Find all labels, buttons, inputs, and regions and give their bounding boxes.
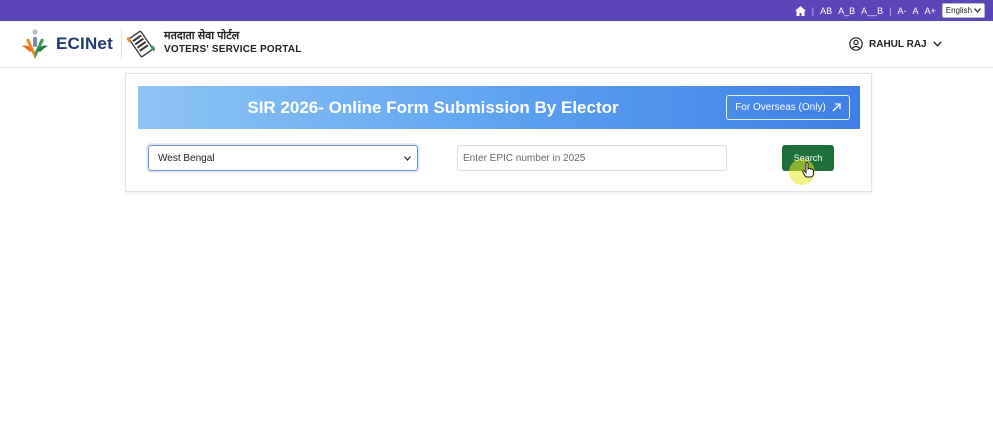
epic-number-input[interactable]: Enter EPIC number in 2025 — [457, 145, 727, 171]
separator: | — [811, 5, 815, 16]
overseas-label: For Overseas (Only) — [735, 102, 826, 113]
font-increase[interactable]: A+ — [924, 6, 935, 16]
home-icon[interactable] — [794, 5, 806, 16]
portal-title-hindi: मतदाता सेवा पोर्टल — [164, 30, 240, 42]
chevron-down-icon — [932, 41, 942, 47]
form-banner: SIR 2026- Online Form Submission By Elec… — [138, 86, 860, 129]
banner-title: SIR 2026- Online Form Submission By Elec… — [247, 98, 619, 117]
chevron-down-icon — [974, 8, 981, 13]
accessibility-tools: | AB A_B A__B | A- A A+ English — [794, 2, 985, 19]
divider — [121, 29, 122, 59]
state-select[interactable]: West Bengal — [148, 145, 418, 171]
user-menu[interactable]: RAHUL RAJ — [849, 37, 942, 51]
text-spacing-medium[interactable]: A_B — [838, 6, 855, 16]
site-header: ECINet मतदाता सेवा पोर्टल VOTERS' SERVIC… — [0, 21, 993, 68]
overseas-button[interactable]: For Overseas (Only) — [726, 95, 850, 120]
language-select[interactable]: English — [941, 3, 985, 18]
epic-placeholder: Enter EPIC number in 2025 — [463, 152, 586, 164]
user-icon — [849, 37, 863, 51]
ecinet-logo[interactable]: ECINet — [20, 28, 113, 60]
hand-cursor-icon — [802, 162, 814, 178]
separator: | — [889, 5, 892, 16]
portal-title: मतदाता सेवा पोर्टल VOTERS' SERVICE PORTA… — [164, 30, 302, 57]
brand-name: ECINet — [56, 34, 113, 53]
evm-emblem-icon — [127, 30, 155, 58]
arrow-up-right-icon — [832, 103, 841, 112]
text-spacing-normal[interactable]: AB — [820, 6, 832, 16]
ecinet-logo-icon — [22, 29, 48, 59]
font-decrease[interactable]: A- — [897, 6, 906, 16]
chevron-down-icon — [404, 156, 411, 161]
portal-title-english: VOTERS' SERVICE PORTAL — [164, 44, 302, 55]
search-card: SIR 2026- Online Form Submission By Elec… — [125, 73, 872, 192]
text-spacing-large[interactable]: A__B — [861, 6, 883, 16]
top-utility-bar: | AB A_B A__B | A- A A+ English — [0, 0, 993, 21]
font-normal[interactable]: A — [912, 6, 918, 16]
language-value: English — [945, 6, 972, 15]
state-select-value: West Bengal — [158, 152, 215, 164]
user-name: RAHUL RAJ — [869, 38, 927, 50]
